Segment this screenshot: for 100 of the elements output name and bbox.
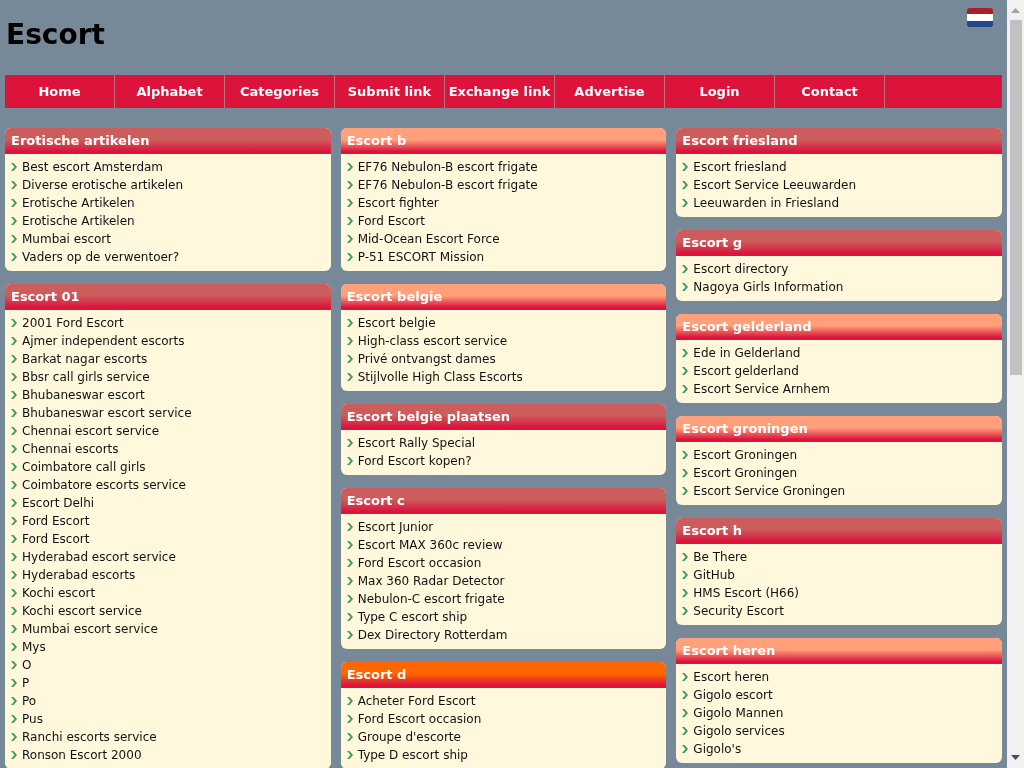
category-link[interactable]: Type C escort ship xyxy=(357,608,468,626)
nav-link[interactable]: Alphabet xyxy=(115,75,225,108)
category-link[interactable]: Be There xyxy=(693,548,748,566)
chevron-icon xyxy=(346,355,353,363)
chevron-icon xyxy=(346,541,353,549)
category-link[interactable]: Hyderabad escorts xyxy=(22,566,136,584)
category-link[interactable]: Hyderabad escort service xyxy=(22,548,176,566)
nav-link[interactable]: Categories xyxy=(225,75,335,108)
category-link[interactable]: Ford Escort occasion xyxy=(357,710,482,728)
chevron-icon xyxy=(682,553,689,561)
category-link[interactable]: Groupe d'escorte xyxy=(357,728,461,746)
chevron-icon xyxy=(682,265,689,273)
category-link[interactable]: Privé ontvangst dames xyxy=(357,350,496,368)
category-link[interactable]: Escort Service Groningen xyxy=(693,482,846,500)
category-link[interactable]: Coimbatore call girls xyxy=(22,458,146,476)
category-link[interactable]: 2001 Ford Escort xyxy=(22,314,124,332)
category-link[interactable]: P-51 ESCORT Mission xyxy=(357,248,485,266)
category-link[interactable]: Ford Escort xyxy=(22,512,90,530)
category-link[interactable]: Escort directory xyxy=(693,260,789,278)
chevron-icon xyxy=(346,457,353,465)
category-link[interactable]: Dex Directory Rotterdam xyxy=(357,626,508,644)
flag-icon[interactable] xyxy=(967,8,993,27)
category-link[interactable]: Ford Escort xyxy=(22,530,90,548)
category-link[interactable]: Escort fighter xyxy=(357,194,439,212)
category-link[interactable]: P xyxy=(22,674,30,692)
category-link[interactable]: Escort Groningen xyxy=(693,446,798,464)
nav-link[interactable]: Submit link xyxy=(335,75,445,108)
category-link[interactable]: Barkat nagar escorts xyxy=(22,350,148,368)
nav-link[interactable]: Exchange link xyxy=(445,75,555,108)
category-link[interactable]: Kochi escort xyxy=(22,584,96,602)
category-link[interactable]: Escort Delhi xyxy=(22,494,95,512)
category-link[interactable]: Mid-Ocean Escort Force xyxy=(357,230,500,248)
category-link[interactable]: Max 360 Radar Detector xyxy=(357,572,505,590)
category-link[interactable]: Gigolo services xyxy=(693,722,785,740)
chevron-icon xyxy=(11,427,17,435)
nav-link[interactable]: Contact xyxy=(775,75,885,108)
category-link[interactable]: HMS Escort (H66) xyxy=(693,584,800,602)
category-link[interactable]: Escort heren xyxy=(693,668,770,686)
category-link[interactable]: Best escort Amsterdam xyxy=(22,158,164,176)
category-link[interactable]: EF76 Nebulon-B escort frigate xyxy=(357,158,538,176)
category-link[interactable]: Stijlvolle High Class Escorts xyxy=(357,368,523,386)
category-link[interactable]: Bhubaneswar escort service xyxy=(22,404,192,422)
category-link[interactable]: Escort MAX 360c review xyxy=(357,536,503,554)
category-link[interactable]: Security Escort xyxy=(693,602,784,620)
category-header: Erotische artikelen xyxy=(5,128,331,154)
chevron-icon xyxy=(346,439,353,447)
category-link[interactable]: Ede in Gelderland xyxy=(693,344,801,362)
category-link[interactable]: Nagoya Girls Information xyxy=(693,278,844,296)
category-link[interactable]: Acheter Ford Escort xyxy=(357,692,476,710)
category-link[interactable]: Bbsr call girls service xyxy=(22,368,150,386)
category-link[interactable]: Ajmer independent escorts xyxy=(22,332,185,350)
category-header: Escort g xyxy=(676,230,1002,256)
category-link[interactable]: Escort friesland xyxy=(693,158,787,176)
category-link[interactable]: Erotische Artikelen xyxy=(22,212,135,230)
category-link[interactable]: Pus xyxy=(22,710,43,728)
category-link[interactable]: GitHub xyxy=(693,566,735,584)
category-link[interactable]: Ranchi escorts service xyxy=(22,728,157,746)
category-link[interactable]: Escort belgie xyxy=(357,314,436,332)
chevron-icon xyxy=(11,355,17,363)
category-link[interactable]: Mumbai escort service xyxy=(22,620,158,638)
category-link[interactable]: Ronson Escort 2000 xyxy=(22,746,142,764)
scrollbar[interactable] xyxy=(1007,0,1024,768)
nav-link[interactable]: Advertise xyxy=(555,75,665,108)
chevron-icon xyxy=(682,181,689,189)
category-link[interactable]: Escort Service Arnhem xyxy=(693,380,830,398)
category-link[interactable]: Escort Rally Special xyxy=(357,434,476,452)
category-link[interactable]: Coimbatore escorts service xyxy=(22,476,186,494)
category-link[interactable]: Kochi escort service xyxy=(22,602,142,620)
category-link[interactable]: Erotische Artikelen xyxy=(22,194,135,212)
category-link[interactable]: Escort Service Leeuwarden xyxy=(693,176,857,194)
chevron-icon xyxy=(11,319,17,327)
category-link[interactable]: Bhubaneswar escort xyxy=(22,386,145,404)
category-link[interactable]: Leeuwarden in Friesland xyxy=(693,194,840,212)
category-link[interactable]: Po xyxy=(22,692,37,710)
category-link[interactable]: Vaders op de verwentoer? xyxy=(22,248,180,266)
category-link[interactable]: O xyxy=(22,656,32,674)
category-link[interactable]: High-class escort service xyxy=(357,332,508,350)
category-link[interactable]: Escort Groningen xyxy=(693,464,798,482)
category-link[interactable]: Escort gelderland xyxy=(693,362,799,380)
category-link[interactable]: Chennai escorts xyxy=(22,440,119,458)
category-link[interactable]: Chennai escort service xyxy=(22,422,160,440)
category-link[interactable]: Ford Escort occasion xyxy=(357,554,482,572)
category-link[interactable]: Mys xyxy=(22,638,46,656)
category-link[interactable]: Mumbai escort xyxy=(22,230,111,248)
scroll-up-icon[interactable] xyxy=(1011,8,1020,13)
category-link[interactable]: EF76 Nebulon-B escort frigate xyxy=(357,176,538,194)
category-link[interactable]: Gigolo escort xyxy=(693,686,773,704)
category-link[interactable]: Diverse erotische artikelen xyxy=(22,176,184,194)
category-link[interactable]: Type D escort ship xyxy=(357,746,468,764)
scrollbar-thumb[interactable] xyxy=(1009,20,1022,375)
category-link[interactable]: Escort Junior xyxy=(357,518,434,536)
scroll-down-icon[interactable] xyxy=(1011,755,1020,760)
nav-link[interactable]: Home xyxy=(5,75,115,108)
category-link[interactable]: Gigolo's xyxy=(693,740,742,758)
category-link[interactable]: Ford Escort xyxy=(357,212,426,230)
category-link[interactable]: Ford Escort kopen? xyxy=(357,452,472,470)
category-link[interactable]: Nebulon-C escort frigate xyxy=(357,590,505,608)
chevron-icon xyxy=(346,217,353,225)
nav-link[interactable]: Login xyxy=(665,75,775,108)
category-link[interactable]: Gigolo Mannen xyxy=(693,704,784,722)
